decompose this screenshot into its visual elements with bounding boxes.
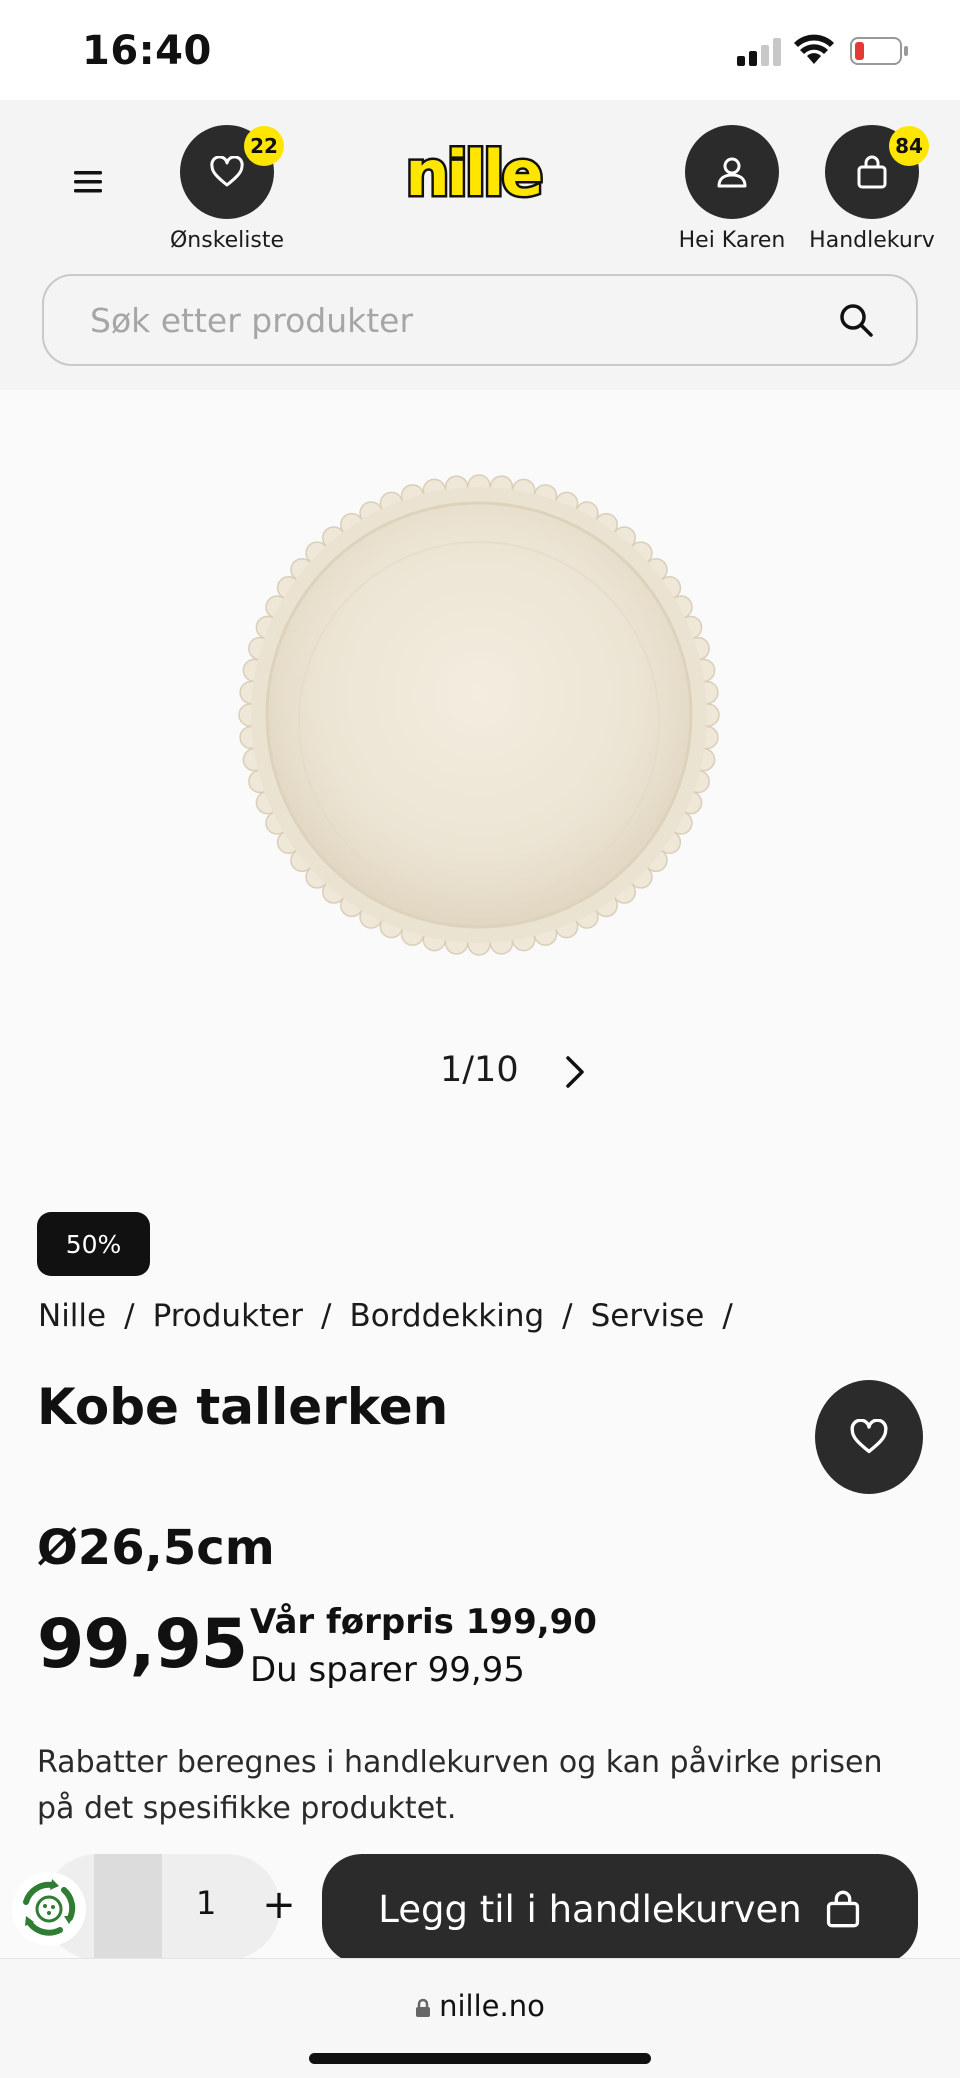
account-label: Hei Karen xyxy=(678,228,786,253)
breadcrumb-item-servise[interactable]: Servise xyxy=(591,1298,705,1334)
discount-note: Rabatter beregnes i handlekurven og kan … xyxy=(37,1745,883,1826)
add-to-cart-button[interactable]: Legg til i handlekurven xyxy=(322,1854,918,1964)
breadcrumb-item-nille[interactable]: Nille xyxy=(38,1298,106,1334)
product-price: 99,95 xyxy=(37,1605,248,1684)
battery-icon xyxy=(850,37,908,65)
account-button[interactable] xyxy=(685,125,779,219)
breadcrumb-separator: / xyxy=(562,1298,573,1334)
breadcrumb-item-produkter[interactable]: Produkter xyxy=(153,1298,303,1334)
hamburger-icon xyxy=(74,171,102,193)
heart-icon xyxy=(210,156,244,187)
site-header: 22 Ønskeliste nille Hei Karen 84 Handlek… xyxy=(0,100,960,390)
gallery-pager: 1/10 xyxy=(440,1050,519,1090)
search-bar xyxy=(42,274,918,366)
product-image[interactable] xyxy=(236,472,722,958)
wishlist-count-badge: 22 xyxy=(244,126,284,166)
svg-text:nille: nille xyxy=(406,137,542,210)
url-text: nille.no xyxy=(439,1989,545,2023)
product-size: Ø26,5cm xyxy=(37,1520,275,1576)
previous-price: Vår førpris 199,90 xyxy=(250,1602,597,1642)
home-indicator[interactable] xyxy=(309,2053,651,2064)
wifi-icon xyxy=(794,34,834,64)
chevron-right-icon[interactable] xyxy=(560,1050,592,1094)
add-to-cart-label: Legg til i handlekurven xyxy=(378,1887,802,1931)
breadcrumb-item-borddekking[interactable]: Borddekking xyxy=(349,1298,544,1334)
url-display[interactable]: nille.no xyxy=(0,1989,960,2023)
recycle-icon[interactable] xyxy=(12,1872,86,1946)
lock-icon xyxy=(416,1998,431,2017)
status-time: 16:40 xyxy=(82,28,212,74)
shopping-bag-icon xyxy=(857,155,887,189)
browser-url-bar[interactable]: nille.no xyxy=(0,1958,960,2078)
search-input[interactable] xyxy=(90,276,830,364)
user-icon xyxy=(717,157,747,188)
cellular-signal-icon xyxy=(737,38,783,66)
discount-badge: 50% xyxy=(37,1212,150,1276)
breadcrumb-separator: / xyxy=(124,1298,135,1334)
nille-logo[interactable]: nille xyxy=(398,135,548,215)
add-to-wishlist-button[interactable] xyxy=(815,1380,923,1494)
status-bar: 16:40 xyxy=(0,0,960,100)
wishlist-label: Ønskeliste xyxy=(169,228,285,253)
cart-label: Handlekurv xyxy=(809,228,935,253)
product-gallery[interactable]: 1/10 xyxy=(0,390,960,1180)
search-icon[interactable] xyxy=(836,300,876,340)
increase-quantity-button[interactable]: + xyxy=(254,1880,304,1930)
quantity-value[interactable]: 1 xyxy=(162,1884,242,1922)
breadcrumb-separator: / xyxy=(722,1298,733,1334)
savings-text: Du sparer 99,95 xyxy=(250,1650,525,1690)
breadcrumb: Nille / Produkter / Borddekking / Servise / xyxy=(38,1298,751,1334)
menu-button[interactable] xyxy=(58,152,118,212)
cart-count-badge: 84 xyxy=(889,126,929,166)
shopping-bag-icon xyxy=(826,1890,859,1928)
breadcrumb-separator: / xyxy=(321,1298,332,1334)
heart-icon xyxy=(850,1419,888,1454)
product-title: Kobe tallerken xyxy=(37,1378,449,1436)
decrease-quantity-button[interactable] xyxy=(94,1854,162,1960)
